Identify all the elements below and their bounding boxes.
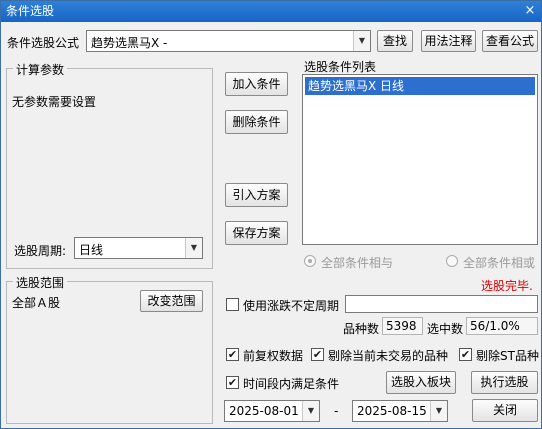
- chevron-down-icon[interactable]: ▼: [353, 31, 370, 51]
- params-group: 计算参数 无参数需要设置 选股周期: 日线 ▼: [6, 61, 213, 269]
- chevron-down-icon[interactable]: ▼: [302, 401, 319, 421]
- chevron-down-icon[interactable]: ▼: [430, 401, 447, 421]
- delete-condition-button[interactable]: 删除条件: [225, 110, 288, 134]
- view-formula-button[interactable]: 查看公式: [482, 30, 538, 52]
- params-group-title: 计算参数: [13, 61, 68, 78]
- and-label: 全部条件相与: [321, 256, 394, 270]
- range-value: 全部Ａ股: [12, 296, 61, 310]
- irregular-period-checkbox[interactable]: [226, 298, 239, 311]
- exclude-st-label: 剔除ST品种: [476, 349, 539, 363]
- close-icon[interactable]: ×: [522, 3, 538, 19]
- period-combo[interactable]: 日线 ▼: [74, 237, 203, 259]
- irregular-period-label: 使用涨跌不定周期: [243, 299, 340, 313]
- params-message: 无参数需要设置: [12, 95, 97, 109]
- or-label: 全部条件相或: [463, 256, 536, 270]
- save-scheme-button[interactable]: 保存方案: [225, 221, 288, 245]
- end-date-value: 2025-08-15: [357, 404, 427, 418]
- start-date-picker[interactable]: 2025-08-01 ▼: [224, 400, 320, 422]
- status-text: 选股完毕.: [481, 279, 533, 293]
- irregular-period-input[interactable]: [345, 295, 538, 313]
- or-radio[interactable]: [446, 255, 458, 267]
- formula-combo[interactable]: 趋势选黑马X - ▼: [86, 30, 371, 52]
- fq-label: 前复权数据: [243, 349, 304, 363]
- formula-value: 趋势选黑马X -: [91, 36, 168, 50]
- conditions-list[interactable]: 趋势选黑马X 日线: [302, 74, 538, 245]
- exclude-untraded-checkbox[interactable]: ✔: [311, 348, 324, 361]
- find-button[interactable]: 查找: [377, 30, 413, 52]
- range-group-title: 选股范围: [13, 274, 68, 291]
- run-selection-button[interactable]: 执行选股: [471, 371, 538, 394]
- to-block-button[interactable]: 选股入板块: [386, 371, 456, 394]
- condition-stock-picker-window: 条件选股 × 条件选股公式 趋势选黑马X - ▼ 查找 用法注释 查看公式 计算…: [0, 0, 542, 429]
- list-item[interactable]: 趋势选黑马X 日线: [305, 77, 535, 95]
- chevron-down-icon[interactable]: ▼: [185, 238, 202, 258]
- close-button[interactable]: 关闭: [472, 399, 538, 422]
- import-scheme-button[interactable]: 引入方案: [225, 183, 288, 207]
- period-label: 选股周期:: [14, 244, 67, 258]
- change-range-button[interactable]: 改变范围: [140, 290, 203, 312]
- exclude-untraded-label: 剔除当前未交易的品种: [328, 349, 449, 363]
- window-title: 条件选股: [6, 4, 55, 18]
- title-bar: 条件选股 ×: [1, 1, 541, 22]
- and-radio[interactable]: [304, 255, 316, 267]
- period-satisfy-checkbox[interactable]: ✔: [226, 376, 239, 389]
- count-value: 5398: [382, 317, 423, 335]
- start-date-value: 2025-08-01: [229, 404, 299, 418]
- conditions-title: 选股条件列表: [304, 60, 377, 74]
- exclude-st-checkbox[interactable]: ✔: [459, 348, 472, 361]
- date-separator: -: [334, 404, 339, 418]
- period-value: 日线: [79, 243, 104, 257]
- end-date-picker[interactable]: 2025-08-15 ▼: [352, 400, 448, 422]
- usage-notes-button[interactable]: 用法注释: [421, 30, 476, 52]
- count-label: 品种数: [343, 322, 380, 336]
- selected-label: 选中数: [427, 322, 464, 336]
- add-condition-button[interactable]: 加入条件: [225, 72, 288, 96]
- range-group: 选股范围 全部Ａ股 改变范围: [6, 274, 213, 424]
- selected-value: 56/1.0%: [466, 317, 538, 335]
- fq-checkbox[interactable]: ✔: [226, 348, 239, 361]
- formula-label: 条件选股公式: [7, 36, 80, 50]
- period-satisfy-label: 时间段内满足条件: [243, 377, 340, 391]
